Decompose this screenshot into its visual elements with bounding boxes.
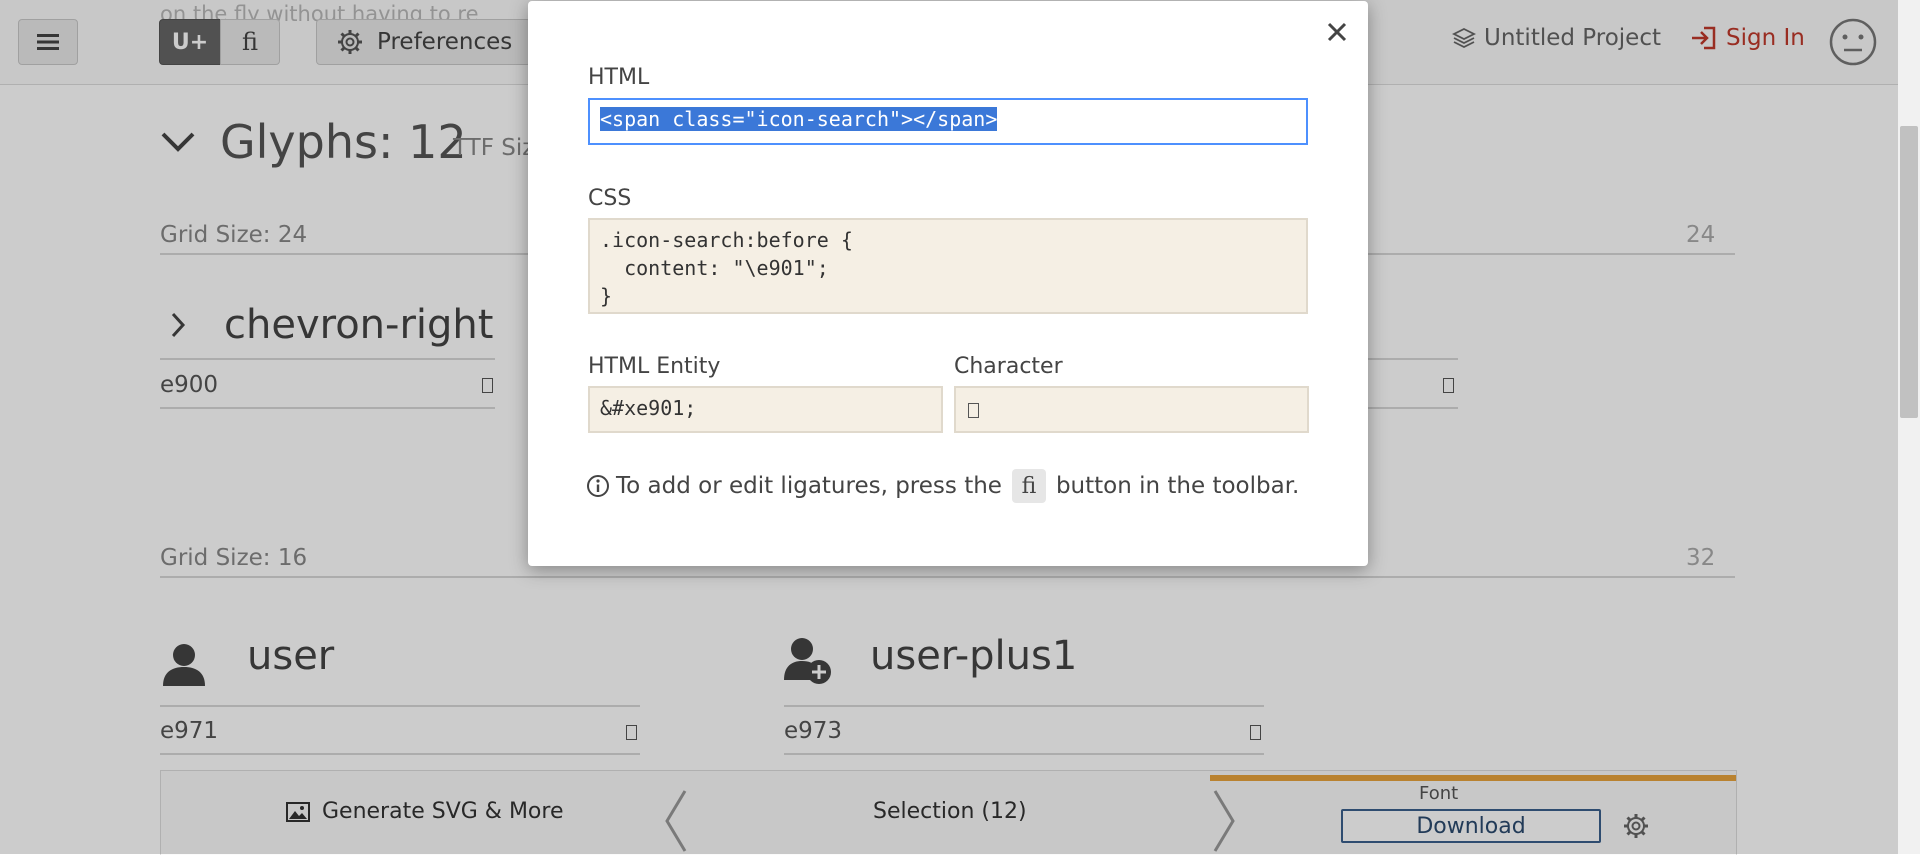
glyph-info-dialog: HTML <span class="icon-search"></span> C… bbox=[528, 1, 1368, 566]
css-field[interactable]: .icon-search:before { content: "\e901"; … bbox=[588, 218, 1308, 314]
ligature-chip: fi bbox=[1011, 469, 1046, 503]
css-label: CSS bbox=[588, 186, 632, 211]
scrollbar-thumb[interactable] bbox=[1900, 126, 1918, 418]
html-entity-field[interactable]: &#xe901; bbox=[588, 386, 943, 433]
info-icon bbox=[587, 475, 609, 497]
glyph-char-preview bbox=[968, 403, 979, 418]
hint-text-after: button in the toolbar. bbox=[1055, 473, 1300, 499]
html-field[interactable]: <span class="icon-search"></span> bbox=[588, 98, 1308, 145]
html-entity-label: HTML Entity bbox=[588, 354, 721, 379]
ligature-hint: To add or edit ligatures, press the fi b… bbox=[586, 469, 1299, 503]
character-field[interactable] bbox=[954, 386, 1309, 433]
character-label: Character bbox=[954, 354, 1063, 379]
hint-text-before: To add or edit ligatures, press the bbox=[616, 473, 1002, 499]
close-icon[interactable] bbox=[1326, 21, 1348, 43]
html-label: HTML bbox=[588, 65, 650, 90]
html-value: <span class="icon-search"></span> bbox=[600, 107, 998, 131]
